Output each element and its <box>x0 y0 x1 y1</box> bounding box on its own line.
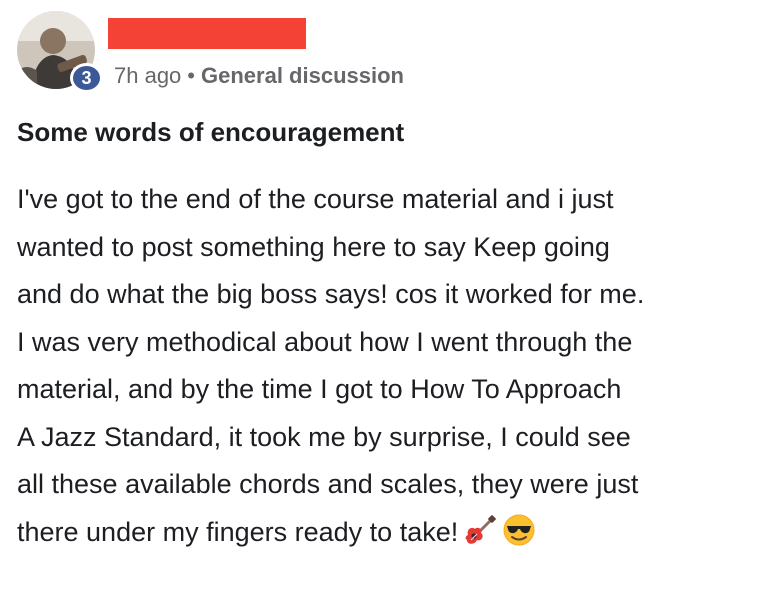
post-card: 3 7h ago • General discussion Some words o… <box>0 0 766 590</box>
post-body-line: all these available chords and scales, t… <box>17 469 639 499</box>
post-body-line: material, and by the time I got to How T… <box>17 374 622 404</box>
sunglasses-face-icon <box>502 513 536 563</box>
guitar-icon <box>464 514 497 563</box>
member-level-badge: 3 <box>70 63 103 93</box>
meta-separator: • <box>187 63 195 88</box>
post-body-line: and do what the big boss says! cos it wo… <box>17 279 645 309</box>
post-meta: 7h ago • General discussion <box>114 63 404 89</box>
post-body-line: A Jazz Standard, it took me by surprise,… <box>17 421 631 452</box>
post-body-line: wanted to post something here to say Kee… <box>17 231 610 262</box>
post-time[interactable]: 7h ago <box>114 63 181 88</box>
post-body-line: I was very methodical about how I went t… <box>17 326 633 357</box>
post-body: I've got to the end of the course materi… <box>17 176 757 562</box>
post-body-line: I've got to the end of the course materi… <box>17 184 614 214</box>
post-title: Some words of encouragement <box>17 117 405 147</box>
post-body-line: there under my fingers ready to take! <box>17 516 459 547</box>
redacted-author-name <box>108 18 306 49</box>
post-body-last-line: there under my fingers ready to take! <box>17 509 757 563</box>
post-group-link[interactable]: General discussion <box>201 63 404 88</box>
